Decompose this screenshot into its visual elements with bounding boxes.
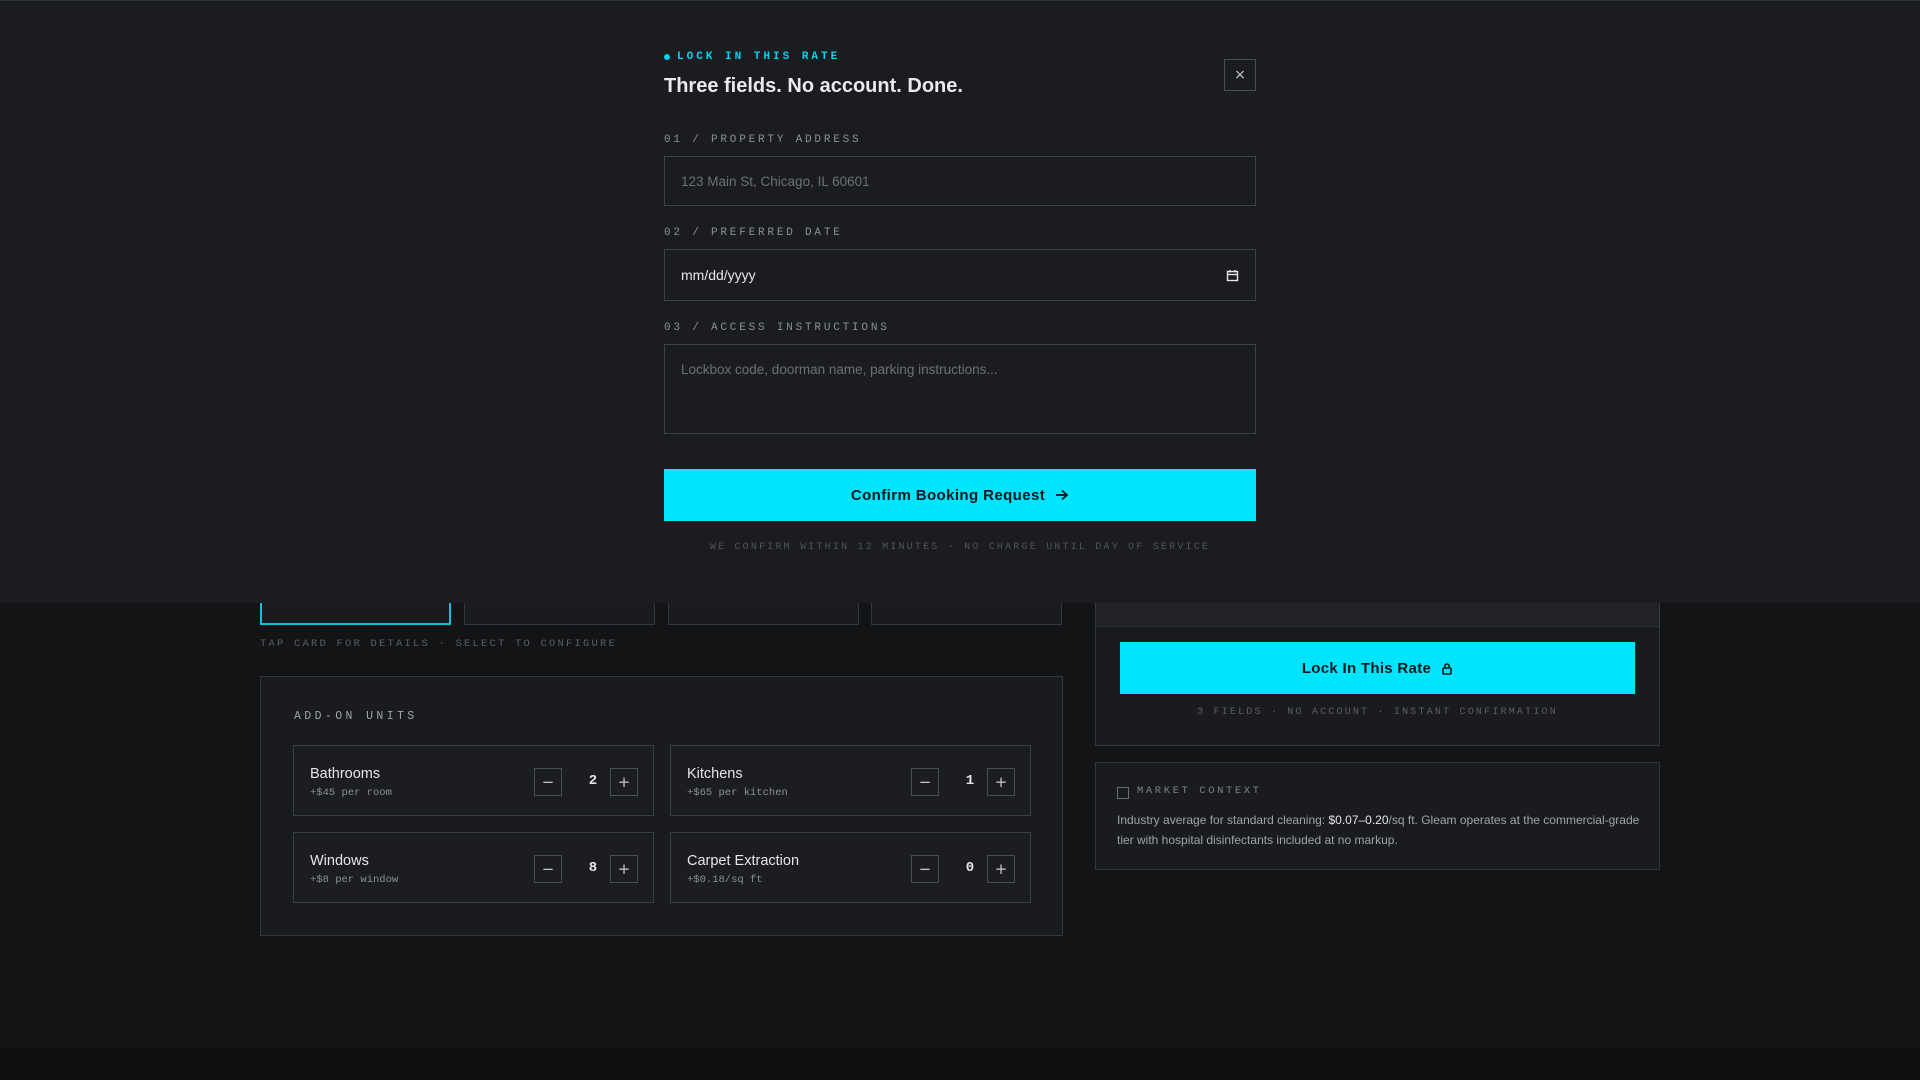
confirm-booking-label: Confirm Booking Request <box>850 486 1046 504</box>
market-price-range: $0.07–0.20 <box>1328 813 1389 827</box>
close-button[interactable]: × <box>1224 59 1256 91</box>
unit-name: Bathrooms <box>310 766 381 782</box>
decrement-button[interactable]: − <box>534 855 562 883</box>
unit-count: 2 <box>588 773 598 789</box>
confirm-hint: WE CONFIRM WITHIN 12 MINUTES · NO CHARGE… <box>709 542 1211 553</box>
addon-unit-bathrooms: Bathrooms +$45 per room − 2 + <box>293 745 654 816</box>
unit-name: Windows <box>310 853 369 869</box>
date-placeholder: mm/dd/yyyy <box>681 267 756 283</box>
date-label: 02 / PREFERRED DATE <box>664 227 843 239</box>
addon-units-panel: ADD-ON UNITS Bathrooms +$45 per room − 2… <box>260 676 1063 936</box>
addon-unit-windows: Windows +$8 per window − 8 + <box>293 832 654 903</box>
service-cards-hint: TAP CARD FOR DETAILS · SELECT TO CONFIGU… <box>260 638 618 650</box>
market-context-panel: MARKET CONTEXT Industry average for stan… <box>1095 762 1660 870</box>
decrement-button[interactable]: − <box>911 855 939 883</box>
increment-button[interactable]: + <box>987 768 1015 796</box>
increment-button[interactable]: + <box>610 768 638 796</box>
decrement-button[interactable]: − <box>911 768 939 796</box>
booking-modal: LOCK IN THIS RATE Three fields. No accou… <box>0 0 1920 603</box>
modal-eyebrow: LOCK IN THIS RATE <box>664 51 840 63</box>
address-label: 01 / PROPERTY ADDRESS <box>664 134 862 146</box>
decrement-button[interactable]: − <box>534 768 562 796</box>
modal-eyebrow-label: LOCK IN THIS RATE <box>677 51 841 63</box>
preferred-date-input[interactable]: mm/dd/yyyy <box>664 249 1256 301</box>
access-instructions-input[interactable] <box>664 344 1256 434</box>
unit-name: Kitchens <box>687 766 743 782</box>
increment-button[interactable]: + <box>610 855 638 883</box>
unit-price: +$65 per kitchen <box>687 787 788 799</box>
rate-hint: 3 FIELDS · NO ACCOUNT · INSTANT CONFIRMA… <box>1197 707 1558 718</box>
lock-in-rate-button[interactable]: Lock In This Rate <box>1120 642 1635 694</box>
modal-title: Three fields. No account. Done. <box>664 75 963 97</box>
unit-price: +$45 per room <box>310 787 392 799</box>
increment-button[interactable]: + <box>987 855 1015 883</box>
unit-price: +$8 per window <box>310 874 399 886</box>
calendar-icon[interactable] <box>1226 269 1239 282</box>
unit-count: 0 <box>965 860 975 876</box>
confirm-booking-button[interactable]: Confirm Booking Request <box>664 469 1256 521</box>
arrow-right-icon <box>1056 489 1069 501</box>
market-context-checkbox[interactable] <box>1117 787 1129 799</box>
unit-count: 8 <box>588 860 598 876</box>
market-context-title: MARKET CONTEXT <box>1137 785 1262 797</box>
lock-icon <box>1442 662 1452 675</box>
footer-strip <box>0 1048 1920 1080</box>
unit-count: 1 <box>965 773 975 789</box>
access-label: 03 / ACCESS INSTRUCTIONS <box>664 322 890 334</box>
market-context-text: Industry average for standard cleaning: … <box>1117 813 1640 847</box>
unit-name: Carpet Extraction <box>687 853 800 869</box>
addon-unit-kitchens: Kitchens +$65 per kitchen − 1 + <box>670 745 1031 816</box>
property-address-input[interactable] <box>664 156 1256 206</box>
addon-units-title: ADD-ON UNITS <box>294 710 418 723</box>
lock-in-rate-label: Lock In This Rate <box>1301 659 1432 677</box>
unit-price: +$0.18/sq ft <box>687 874 763 886</box>
addon-unit-carpet-extraction: Carpet Extraction +$0.18/sq ft − 0 + <box>670 832 1031 903</box>
status-dot-icon <box>664 54 670 60</box>
